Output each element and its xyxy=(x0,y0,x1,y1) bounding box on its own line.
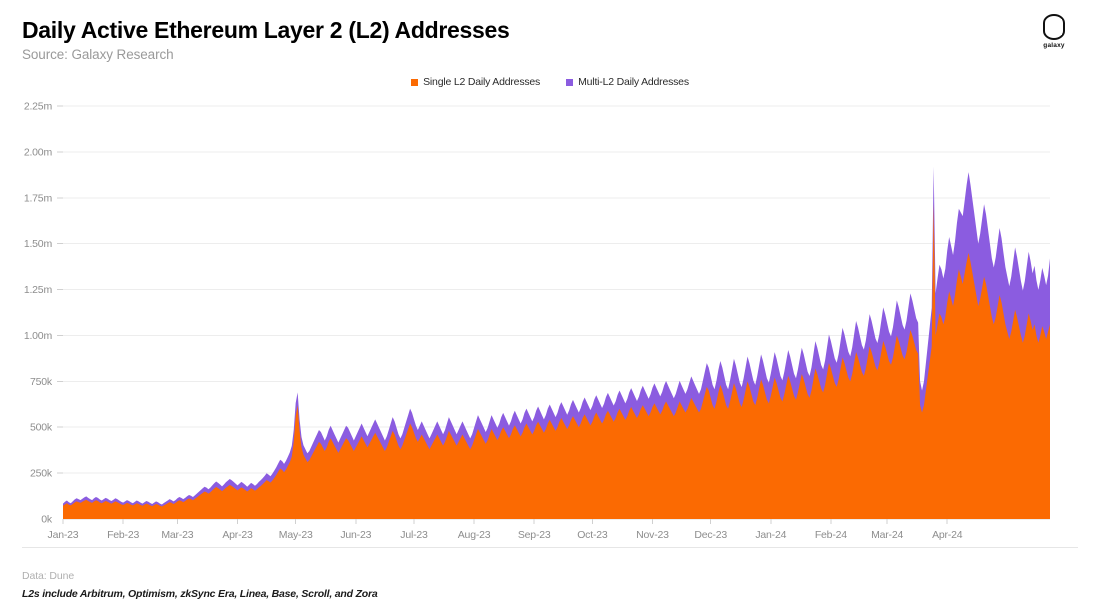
galaxy-wordmark: galaxy xyxy=(1043,42,1065,49)
legend-label-single-l2: Single L2 Daily Addresses xyxy=(423,76,541,88)
chart-plot-area: 0k 250k 500k 750k 1.00m 1.25m 1.50m 1.75m 2.00m 2… xyxy=(0,96,1100,546)
x-axis-tick-label: Oct-23 xyxy=(577,529,608,541)
area-single-l2 xyxy=(63,203,1050,519)
legend-item-multi-l2[interactable]: Multi-L2 Daily Addresses xyxy=(566,76,689,88)
y-axis-tick-label: 500k xyxy=(30,422,53,434)
chart-page: Daily Active Ethereum Layer 2 (L2) Addre… xyxy=(0,0,1100,610)
legend-label-multi-l2: Multi-L2 Daily Addresses xyxy=(578,76,689,88)
x-axis-tick-label: Nov-23 xyxy=(636,529,669,541)
legend-item-single-l2[interactable]: Single L2 Daily Addresses xyxy=(411,76,540,88)
x-axis-tick-label: Mar-24 xyxy=(871,529,903,541)
y-axis-tick-label: 1.50m xyxy=(24,238,53,250)
x-axis-tick-label: Feb-23 xyxy=(107,529,139,541)
x-axis-tick-label: Jun-23 xyxy=(340,529,371,541)
y-axis-tick-label: 1.00m xyxy=(24,330,53,342)
x-axis-tick-label: Apr-24 xyxy=(932,529,963,541)
y-axis-tick-label: 250k xyxy=(30,468,53,480)
x-axis-tick-label: Jan-23 xyxy=(48,529,79,541)
legend-swatch-multi-l2 xyxy=(566,78,574,86)
chart-header: Daily Active Ethereum Layer 2 (L2) Addre… xyxy=(22,16,1078,64)
x-axis-tick-label: Feb-24 xyxy=(815,529,847,541)
chart-legend: Single L2 Daily Addresses Multi-L2 Daily… xyxy=(0,76,1100,88)
y-axis-tick-label: 2.00m xyxy=(24,146,53,158)
x-axis-tick-label: Jan-24 xyxy=(755,529,786,541)
chart-footer: Data: Dune L2s include Arbitrum, Optimis… xyxy=(22,570,378,600)
y-axis-tick-label: 1.75m xyxy=(24,192,53,204)
x-axis-tick-label: Jul-23 xyxy=(400,529,428,541)
x-axis-tick-label: Sep-23 xyxy=(518,529,551,541)
footer-divider xyxy=(22,547,1078,548)
galaxy-mark-icon xyxy=(1043,14,1065,40)
x-axis-tick-label: Aug-23 xyxy=(458,529,491,541)
y-axis-tick-label: 750k xyxy=(30,376,53,388)
x-axis-tick-label: Dec-23 xyxy=(694,529,727,541)
chart-subtitle: Source: Galaxy Research xyxy=(22,47,174,62)
y-axis-tick-label: 1.25m xyxy=(24,284,53,296)
legend-swatch-single-l2 xyxy=(411,78,419,86)
x-axis-tick-label: Mar-23 xyxy=(161,529,193,541)
x-axis-tick-label: May-23 xyxy=(279,529,313,541)
x-axis-tick-label: Apr-23 xyxy=(222,529,253,541)
page-title: Daily Active Ethereum Layer 2 (L2) Addre… xyxy=(22,17,510,43)
galaxy-logo: galaxy xyxy=(1032,14,1076,49)
footer-data-source: Data: Dune xyxy=(22,570,75,582)
y-axis-tick-label: 2.25m xyxy=(24,101,53,113)
y-axis-tick-label: 0k xyxy=(41,514,53,526)
stacked-area-chart: 0k 250k 500k 750k 1.00m 1.25m 1.50m 1.75m 2.00m 2… xyxy=(24,101,1050,541)
footer-note: L2s include Arbitrum, Optimism, zkSync E… xyxy=(22,588,378,600)
